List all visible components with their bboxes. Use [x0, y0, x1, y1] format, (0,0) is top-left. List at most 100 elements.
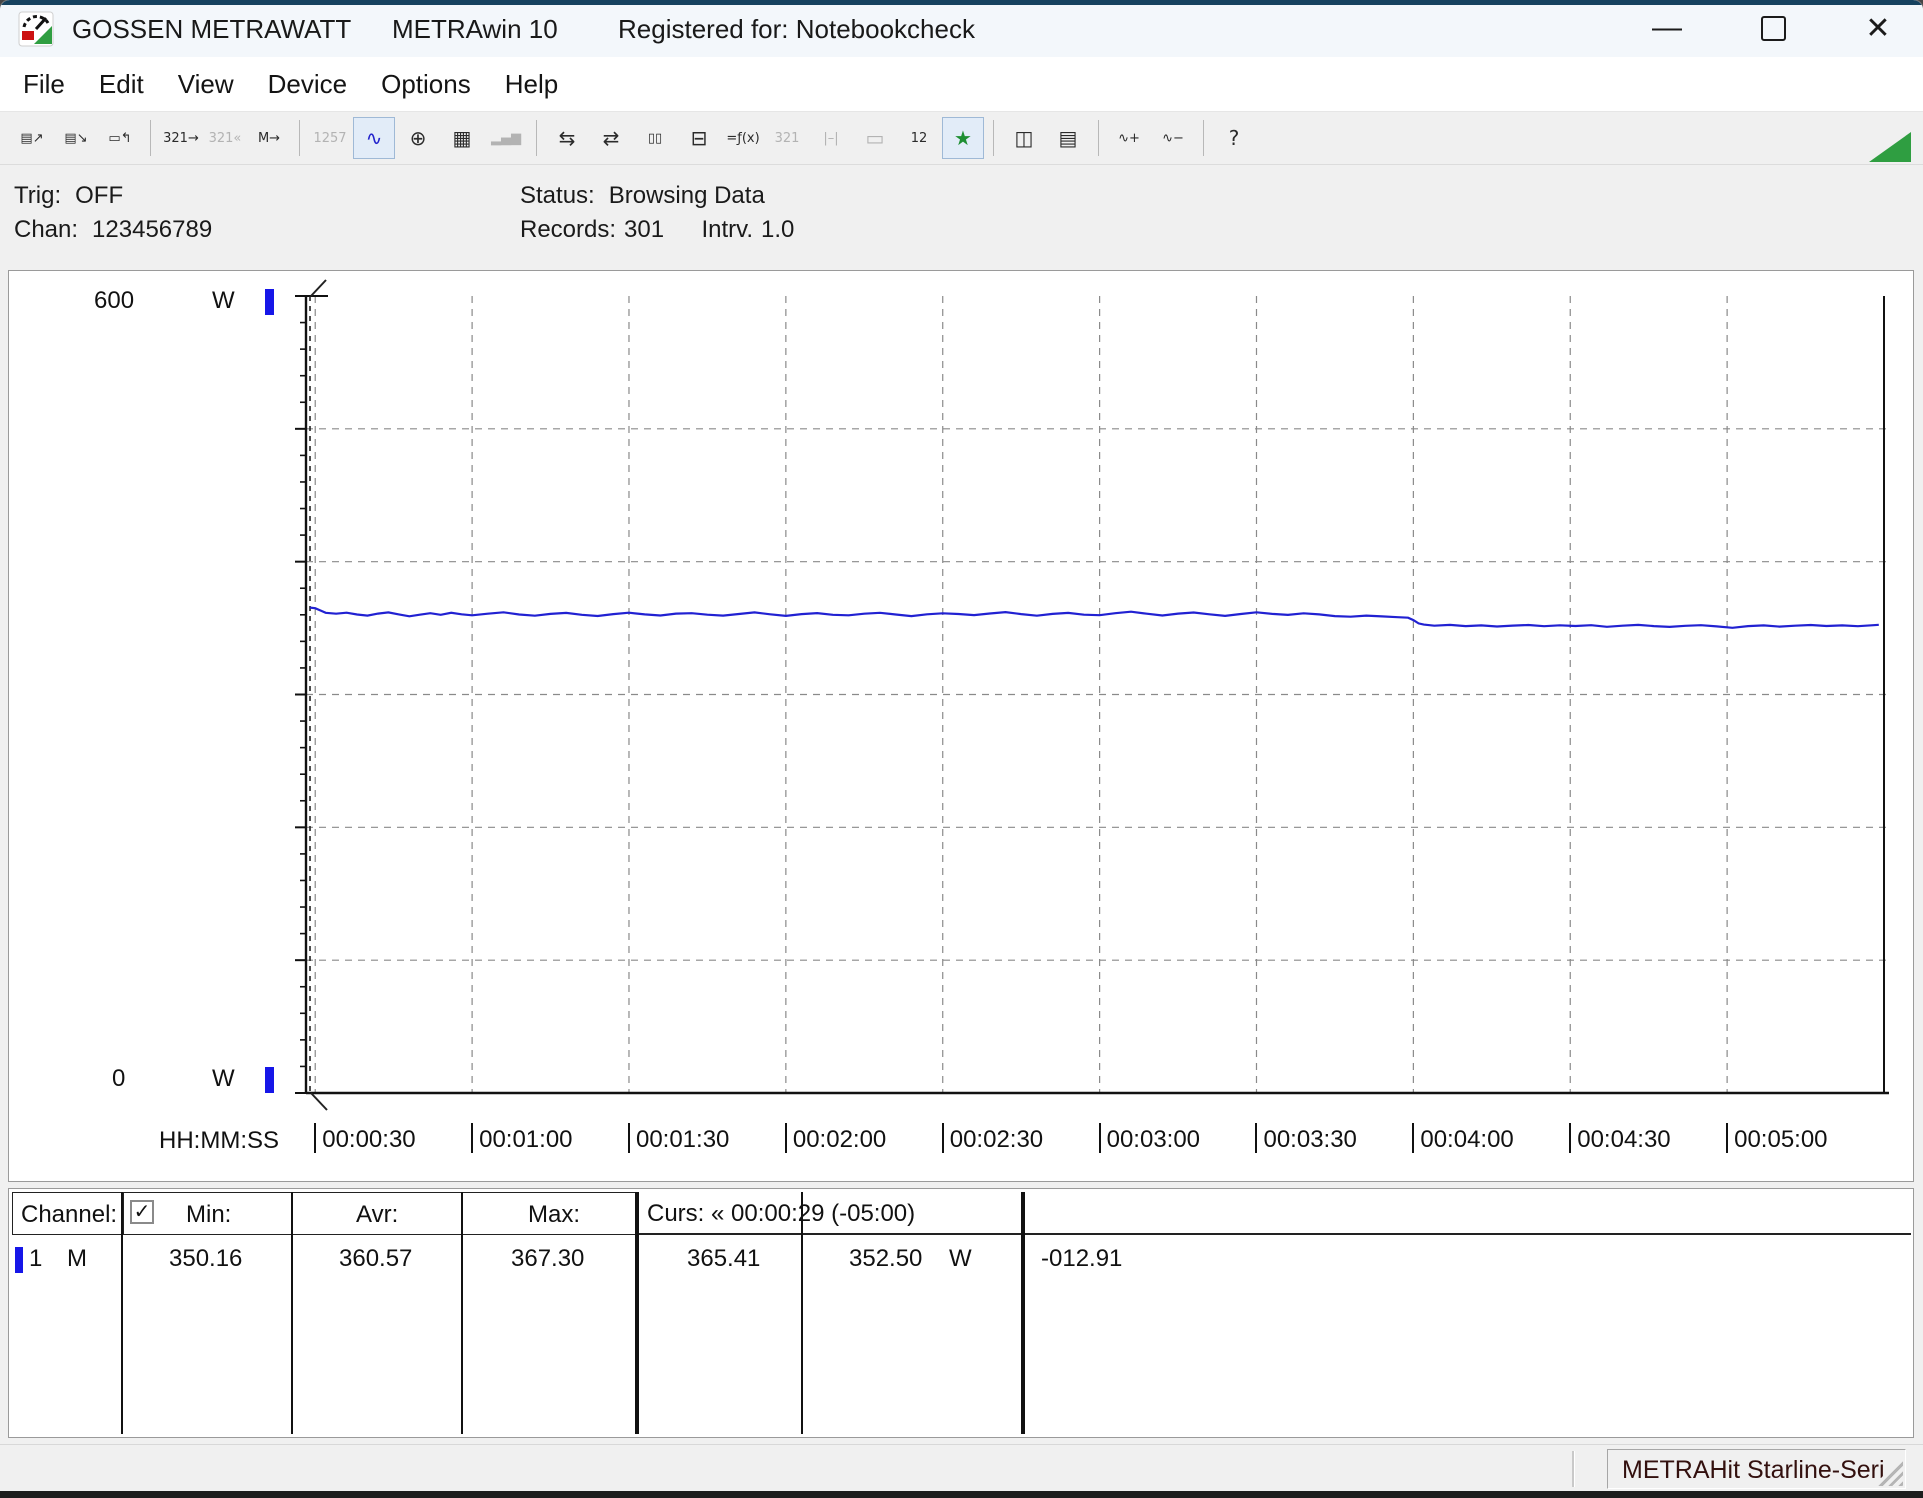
- channel-status: Chan:123456789: [14, 216, 212, 244]
- channel-range-marker-bottom: [265, 1067, 274, 1093]
- maximize-button[interactable]: [1744, 6, 1802, 50]
- window-bottom-edge: [0, 1491, 1923, 1498]
- x-tick-label: 00:04:30: [1569, 1123, 1670, 1154]
- toolbar-separator: [1203, 120, 1204, 156]
- toolbar-separator: [536, 120, 537, 156]
- menu-item-file[interactable]: File: [6, 65, 82, 104]
- min-value: 350.16: [169, 1245, 242, 1273]
- channel-range-marker-top: [265, 289, 274, 315]
- colors-icon[interactable]: ★: [942, 117, 984, 159]
- x-tick-label: 00:01:00: [471, 1123, 572, 1154]
- cursor-delta-value: -012.91: [1041, 1245, 1122, 1273]
- x-tick-label: 00:02:00: [785, 1123, 886, 1154]
- menu-item-help[interactable]: Help: [488, 65, 575, 104]
- menu-item-edit[interactable]: Edit: [82, 65, 161, 104]
- calculator-icon[interactable]: 12: [898, 117, 940, 159]
- menu-item-device[interactable]: Device: [251, 65, 364, 104]
- menu-item-view[interactable]: View: [161, 65, 251, 104]
- zoom-in-waveform-icon[interactable]: ∿+: [1108, 117, 1150, 159]
- zoom-out-waveform-icon[interactable]: ∿−: [1152, 117, 1194, 159]
- channel-color-marker: [15, 1247, 23, 1273]
- max-value: 367.30: [511, 1245, 584, 1273]
- y-axis-min-label: 0: [112, 1065, 125, 1093]
- avr-value: 360.57: [339, 1245, 412, 1273]
- x-tick-label: 00:02:30: [942, 1123, 1043, 1154]
- band-icon: ▭: [854, 117, 896, 159]
- y-axis-max-label: 600: [94, 287, 134, 315]
- stats-header-cell: ✓ Min: Avr: Max:: [123, 1192, 637, 1235]
- title-registered: Registered for: Notebookcheck: [618, 14, 975, 45]
- table-divider: [291, 1192, 293, 1434]
- gridlines: [306, 296, 1889, 1093]
- x-tick-label: 00:01:30: [628, 1123, 729, 1154]
- menu-bar: FileEditViewDeviceOptionsHelp: [0, 57, 1923, 111]
- close-button[interactable]: ✕: [1849, 6, 1907, 50]
- menu-item-options[interactable]: Options: [364, 65, 488, 104]
- avr-header: Avr:: [356, 1201, 398, 1229]
- open-file-icon[interactable]: ▭↰: [99, 117, 141, 159]
- toolbar-separator: [993, 120, 994, 156]
- statusbar-divider: [1572, 1451, 1575, 1487]
- formula-icon[interactable]: =ƒ(x): [722, 117, 764, 159]
- app-logo-icon: [18, 11, 54, 47]
- app-window: GOSSEN METRAWATT METRAwin 10 Registered …: [0, 0, 1923, 1498]
- toolbar-separator: [150, 120, 151, 156]
- trigger-status: Trig:OFF: [14, 182, 123, 210]
- chart-panel: 600 W 0 W HH:MM:SS 00:00:30 00:01:00 00:01…: [8, 270, 1914, 1182]
- stats-table: Channel: ✓ Min: Avr: Max: Curs: « 00:00:…: [8, 1188, 1914, 1438]
- minimize-button[interactable]: —: [1638, 6, 1696, 50]
- y-axis-unit-bottom: W: [212, 1065, 235, 1093]
- channel-number: 1: [29, 1245, 42, 1273]
- table-divider: [1021, 1192, 1025, 1434]
- numeric-display-1257-icon: 1257: [309, 117, 351, 159]
- shift-window-icon[interactable]: ⇆: [546, 117, 588, 159]
- x-tick-label: 00:00:30: [314, 1123, 415, 1154]
- device-name: METRAHit Starline-Seri: [1622, 1456, 1885, 1485]
- x-tick-label: 00:05:00: [1726, 1123, 1827, 1154]
- power-trace: [310, 608, 1879, 628]
- device-read-memory-icon[interactable]: M→: [248, 117, 290, 159]
- table-divider: [121, 1192, 123, 1434]
- title-app-name: METRAwin 10: [392, 14, 558, 45]
- device-status-box: METRAHit Starline-Seri: [1607, 1449, 1906, 1489]
- toolbar-corner-grip-icon: [1869, 132, 1911, 162]
- cursor-left-value: 365.41: [687, 1245, 760, 1273]
- min-header: Min:: [186, 1201, 231, 1229]
- print-preview-icon[interactable]: ◫: [1003, 117, 1045, 159]
- export-file-icon[interactable]: ▤↗: [11, 117, 53, 159]
- scroll-window-icon[interactable]: ⇄: [590, 117, 632, 159]
- yt-chart-icon[interactable]: ∿: [353, 117, 395, 159]
- x-tick-label: 00:04:00: [1412, 1123, 1513, 1154]
- device-read-321-icon[interactable]: 321→: [160, 117, 202, 159]
- x-tick-label: 00:03:00: [1099, 1123, 1200, 1154]
- help-tooltip-icon[interactable]: ?: [1213, 117, 1255, 159]
- x-axis-name: HH:MM:SS: [159, 1127, 279, 1155]
- table-divider: [461, 1192, 463, 1434]
- monitor-display-icon[interactable]: ⊟: [678, 117, 720, 159]
- print-icon[interactable]: ▤: [1047, 117, 1089, 159]
- cursor-header-cell: Curs: « 00:00:29 (-05:00): [639, 1192, 1911, 1235]
- device-cut-321-icon: 321«: [204, 117, 246, 159]
- cursor-right-value: 352.50: [849, 1245, 922, 1273]
- title-brand: GOSSEN METRAWATT: [72, 14, 351, 45]
- toolbar: ▤↗▤↘▭↰321→321«M→1257∿⊕▦▂▄▆⇆⇄▯▯⊟=ƒ(x)321|…: [0, 111, 1923, 165]
- max-header: Max:: [528, 1201, 580, 1229]
- title-bar: GOSSEN METRAWATT METRAwin 10 Registered …: [0, 0, 1923, 57]
- x-tick-label: 00:03:30: [1255, 1123, 1356, 1154]
- import-file-icon[interactable]: ▤↘: [55, 117, 97, 159]
- browse-status: Status:Browsing Data: [520, 182, 765, 210]
- y-axis-unit-top: W: [212, 287, 235, 315]
- data-table-icon[interactable]: ▦: [441, 117, 483, 159]
- xy-chart-icon[interactable]: ⊕: [397, 117, 439, 159]
- film-sequence-icon[interactable]: ▯▯: [634, 117, 676, 159]
- chart-plot[interactable]: [9, 271, 1913, 1181]
- channel-header-cell: Channel:: [12, 1192, 122, 1235]
- toolbar-separator: [299, 120, 300, 156]
- channel-visible-checkbox[interactable]: ✓: [130, 1200, 154, 1224]
- y-axis-ticks: [295, 296, 306, 1093]
- table-divider: [801, 1192, 803, 1434]
- maximize-icon: [1761, 16, 1786, 41]
- info-strip: Trig:OFF Chan:123456789 Status:Browsing …: [0, 166, 1923, 270]
- channel-mode: M: [67, 1245, 87, 1273]
- status-bar: METRAHit Starline-Seri: [0, 1444, 1923, 1493]
